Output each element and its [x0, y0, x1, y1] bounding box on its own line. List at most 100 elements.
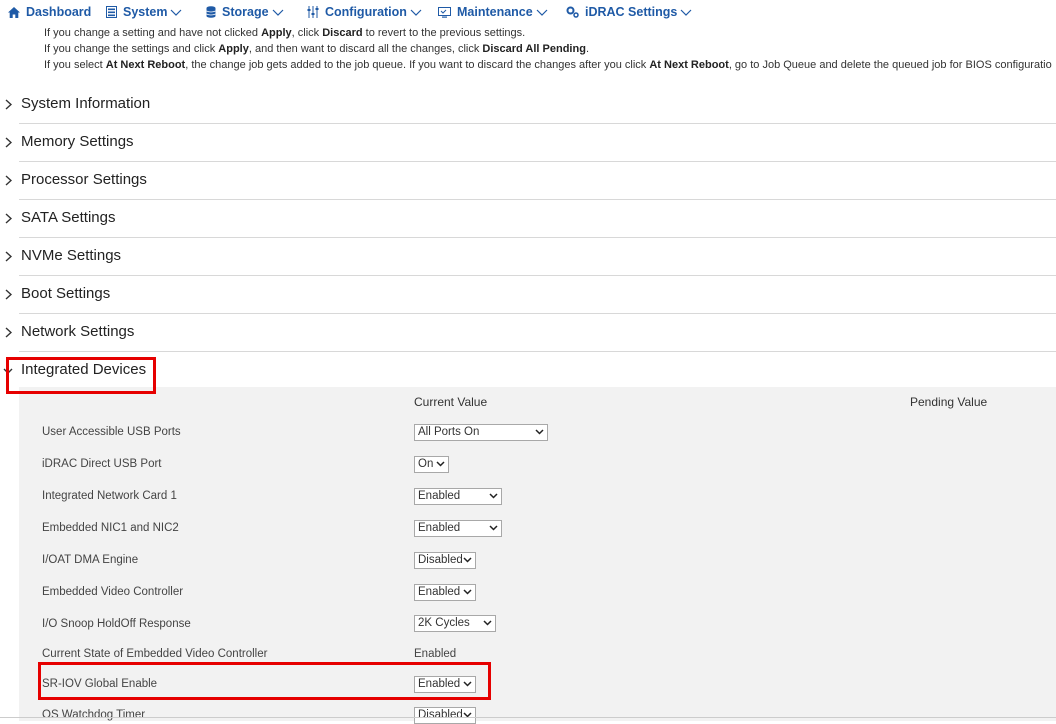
note-text: .	[585, 43, 589, 55]
note-emphasis: Apply	[261, 27, 292, 39]
section-processor-settings[interactable]: Processor Settings	[0, 162, 1056, 200]
chevron-right-icon	[5, 327, 12, 338]
chevron-down-icon	[3, 368, 13, 374]
section-system-information[interactable]: System Information	[0, 86, 1056, 124]
sliders-icon	[307, 6, 319, 18]
nav-storage-label: Storage	[222, 5, 269, 19]
user-usb-ports-select[interactable]: All Ports On	[414, 424, 548, 441]
integrated-nic1-select[interactable]: Enabled	[414, 488, 502, 505]
sriov-global-enable-select[interactable]: Enabled	[414, 676, 476, 693]
nav-idrac-settings-label: iDRAC Settings	[585, 5, 678, 19]
note-emphasis: At Next Reboot	[105, 59, 186, 71]
note-emphasis: Discard All Pending	[482, 43, 586, 55]
chevron-down-icon	[463, 557, 472, 563]
home-icon	[8, 6, 20, 18]
section-boot-settings[interactable]: Boot Settings	[0, 276, 1056, 314]
note-text: , and then want to discard all the chang…	[248, 43, 483, 55]
nav-maintenance-label: Maintenance	[457, 5, 533, 19]
chevron-down-icon	[171, 9, 182, 16]
chevron-down-icon	[483, 620, 492, 626]
chevron-right-icon	[5, 99, 12, 110]
chevron-right-icon	[5, 175, 12, 186]
chevron-down-icon	[463, 589, 472, 595]
setting-label: iDRAC Direct USB Port	[42, 458, 162, 470]
info-notes: If you change a setting and have not cli…	[44, 27, 1056, 75]
chevron-right-icon	[5, 251, 12, 262]
nav-storage[interactable]: Storage	[206, 4, 284, 20]
select-value: Enabled	[418, 522, 461, 534]
nav-idrac-settings[interactable]: iDRAC Settings	[566, 4, 692, 20]
top-nav: Dashboard System Storage Configuration M…	[0, 0, 1056, 24]
setting-label: Current State of Embedded Video Controll…	[42, 648, 268, 660]
select-value: Enabled	[418, 586, 461, 598]
note-text: , go to Job Queue and delete the queued …	[728, 59, 1052, 71]
gears-icon	[566, 6, 579, 18]
chevron-down-icon	[436, 461, 445, 467]
monitor-icon	[438, 6, 451, 18]
chevron-right-icon	[5, 289, 12, 300]
chevron-down-icon	[489, 525, 498, 531]
chevron-down-icon	[536, 9, 548, 16]
chevron-right-icon	[5, 213, 12, 224]
server-icon	[106, 6, 117, 18]
select-value: All Ports On	[418, 426, 480, 438]
setting-label: OS Watchdog Timer	[42, 709, 146, 721]
setting-label: I/OAT DMA Engine	[42, 554, 139, 566]
section-title: Memory Settings	[21, 133, 134, 150]
section-title: Integrated Devices	[21, 361, 147, 378]
select-value: Disabled	[418, 709, 463, 721]
section-sata-settings[interactable]: SATA Settings	[0, 200, 1056, 238]
pending-value-header: Pending Value	[910, 395, 988, 409]
select-value: Enabled	[418, 490, 461, 502]
os-watchdog-select[interactable]: Disabled	[414, 707, 476, 724]
note-item: If you change a setting and have not cli…	[44, 27, 1056, 43]
section-integrated-devices[interactable]: Integrated Devices	[0, 352, 1056, 390]
note-emphasis: Apply	[218, 43, 249, 55]
section-nvme-settings[interactable]: NVMe Settings	[0, 238, 1056, 276]
nav-dashboard-label: Dashboard	[26, 5, 92, 19]
setting-label: User Accessible USB Ports	[42, 426, 181, 438]
setting-label: Embedded NIC1 and NIC2	[42, 522, 179, 534]
database-icon	[206, 6, 216, 18]
setting-label: Embedded Video Controller	[42, 586, 184, 598]
io-snoop-select[interactable]: 2K Cycles	[414, 615, 496, 632]
embedded-nic-select[interactable]: Enabled	[414, 520, 502, 537]
section-title: SATA Settings	[21, 209, 116, 226]
read-only-value: Enabled	[414, 648, 457, 660]
note-item: If you change the settings and click App…	[44, 43, 1056, 59]
setting-label: I/O Snoop HoldOff Response	[42, 618, 191, 630]
section-network-settings[interactable]: Network Settings	[0, 314, 1056, 352]
section-title: System Information	[21, 95, 151, 112]
select-value: On	[418, 458, 434, 470]
idrac-direct-usb-select[interactable]: On	[414, 456, 449, 473]
note-item: If you select At Next Reboot, the change…	[44, 59, 1056, 75]
chevron-down-icon	[489, 493, 498, 499]
note-text: If you change the settings and click	[44, 43, 219, 55]
ioat-dma-select[interactable]: Disabled	[414, 552, 476, 569]
section-title: NVMe Settings	[21, 247, 122, 264]
note-text: , click	[291, 27, 323, 39]
nav-configuration-label: Configuration	[325, 5, 407, 19]
section-title: Processor Settings	[21, 171, 147, 188]
current-value-header: Current Value	[414, 395, 488, 409]
chevron-right-icon	[5, 137, 12, 148]
nav-maintenance[interactable]: Maintenance	[438, 4, 548, 20]
embedded-video-select[interactable]: Enabled	[414, 584, 476, 601]
section-memory-settings[interactable]: Memory Settings	[0, 124, 1056, 162]
note-text: If you change a setting and have not cli…	[44, 27, 262, 39]
chevron-down-icon	[463, 681, 472, 687]
chevron-down-icon	[410, 9, 422, 16]
select-value: 2K Cycles	[418, 617, 470, 629]
nav-dashboard[interactable]: Dashboard	[8, 4, 91, 20]
nav-system[interactable]: System	[106, 4, 182, 20]
setting-label: Integrated Network Card 1	[42, 490, 177, 502]
chevron-down-icon	[680, 9, 692, 16]
section-title: Boot Settings	[21, 285, 111, 302]
section-title: Network Settings	[21, 323, 135, 340]
note-text: to revert to the previous settings.	[362, 27, 526, 39]
nav-configuration[interactable]: Configuration	[307, 4, 422, 20]
setting-label: SR-IOV Global Enable	[42, 678, 158, 690]
note-text: , the change job gets added to the job q…	[185, 59, 650, 71]
select-value: Disabled	[418, 554, 463, 566]
note-emphasis: Discard	[322, 27, 363, 39]
